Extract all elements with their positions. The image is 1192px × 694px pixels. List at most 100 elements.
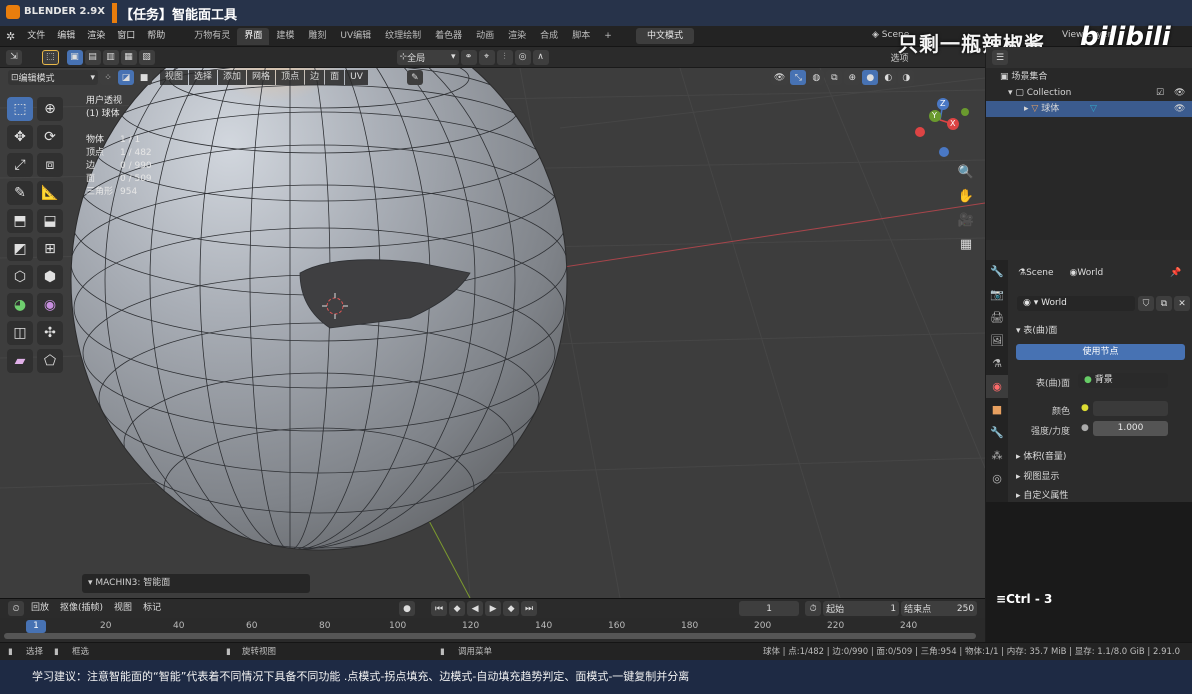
world-selector[interactable]: ◉ ▾ World (1017, 296, 1135, 311)
auto-keying-icon[interactable]: ● (399, 601, 416, 616)
outliner-row-scene-collection[interactable]: ▣ 场景集合 (986, 69, 1192, 85)
knife-tool-icon[interactable]: ⬡ (7, 265, 33, 289)
annotate-tool-icon[interactable]: ✎ (7, 181, 33, 205)
select-box-tool-icon[interactable]: ⬚ (42, 49, 59, 65)
scale-tool-icon[interactable]: ⤢ (7, 153, 33, 177)
tool-tab-icon[interactable]: 🔧 (986, 260, 1008, 283)
tab-scripting[interactable]: 脚本 (565, 28, 597, 45)
tab-modeling[interactable]: 建模 (269, 28, 301, 45)
measure-tool-icon[interactable]: 📐 (37, 181, 63, 205)
menu-face[interactable]: 面 (325, 70, 345, 85)
tab-compositing[interactable]: 合成 (533, 28, 565, 45)
tab-texture-paint[interactable]: 纹理绘制 (378, 28, 428, 45)
stopwatch-icon[interactable]: ⏱ (805, 601, 822, 616)
prev-keyframe-icon[interactable]: ◆ (449, 601, 466, 616)
volume-section-header[interactable]: ▸ 体积(音量) (1016, 449, 1066, 462)
modifier-tab-icon[interactable]: 🔧 (986, 421, 1008, 444)
viewport-display-section-header[interactable]: ▸ 视图显示 (1016, 469, 1059, 482)
camera-icon[interactable]: 🎥 (956, 211, 976, 231)
shear-tool-icon[interactable]: ▰ (7, 349, 33, 373)
custom-props-section-header[interactable]: ▸ 自定义属性 (1016, 488, 1068, 501)
world-tab-icon[interactable]: ◉ (986, 375, 1008, 398)
snap-target-icon[interactable]: ⫶ (496, 49, 513, 65)
pivot-point-icon[interactable]: ⚭ (460, 49, 477, 65)
visibility-icon[interactable]: 👁 (770, 70, 789, 85)
duplicate-icon[interactable]: ⧉ (1156, 296, 1172, 311)
mode-dropdown[interactable]: ⊡ 编辑模式 ▾ (8, 70, 98, 85)
mode-extend-icon[interactable]: ▤ (84, 49, 101, 65)
xray-icon[interactable]: ⧉ (826, 70, 843, 85)
snap-icon[interactable]: ⌖ (478, 49, 495, 65)
physics-tab-icon[interactable]: ◎ (986, 467, 1008, 490)
object-tab-icon[interactable]: ■ (986, 398, 1008, 421)
gizmo-x-label[interactable]: X (950, 119, 955, 128)
pin-icon[interactable]: 📌 (1170, 268, 1181, 278)
outliner-row-sphere[interactable]: ▸ ▽ 球体 ▽ 👁 (986, 101, 1192, 117)
rotate-tool-icon[interactable]: ⟳ (37, 125, 63, 149)
use-nodes-button[interactable]: 使用节点 (1016, 344, 1185, 360)
pan-hand-icon[interactable]: ✋ (956, 187, 976, 207)
menu-select[interactable]: 选择 (189, 70, 218, 85)
edge-slide-tool-icon[interactable]: ◫ (7, 321, 33, 345)
menu-uv[interactable]: UV (345, 70, 368, 85)
particles-tab-icon[interactable]: ⁂ (986, 444, 1008, 467)
proportional-edit-icon[interactable]: ◎ (514, 49, 531, 65)
surface-shader-field[interactable]: ● 背景 (1078, 373, 1168, 388)
move-tool-icon[interactable]: ✥ (7, 125, 33, 149)
rendered-shading-icon[interactable]: ◑ (898, 70, 915, 85)
menu-view[interactable]: 视图 (160, 70, 189, 85)
inset-tool-icon[interactable]: ⬓ (37, 209, 63, 233)
overlay-toggle-icon[interactable]: ◍ (808, 70, 825, 85)
tab-uv-editing[interactable]: UV编辑 (333, 28, 378, 45)
mode-subtract-icon[interactable]: ▥ (102, 49, 119, 65)
surface-section-header[interactable]: ▾ 表(曲)面 (1016, 323, 1057, 336)
jump-end-icon[interactable]: ⏭ (521, 601, 538, 616)
tab-wanwu[interactable]: 万物有灵 (187, 28, 237, 45)
strength-field[interactable]: 1.000 (1093, 421, 1168, 436)
wireframe-shading-icon[interactable]: ⊕ (844, 70, 861, 85)
blender-menu-icon[interactable]: ✲ (0, 26, 21, 47)
menu-render[interactable]: 渲染 (81, 26, 111, 47)
mode-set-icon[interactable]: ▣ (66, 49, 83, 65)
timeline-editor-icon[interactable]: ⏲ (8, 601, 24, 616)
outliner-row-collection[interactable]: ▾ ▢ Collection ☑ 👁 (986, 85, 1192, 101)
scene-tab-icon[interactable]: ⚗ (986, 352, 1008, 375)
smooth-tool-icon[interactable]: ◉ (37, 293, 63, 317)
tab-layout[interactable]: 界面 (237, 27, 270, 45)
timeline-scrollbar[interactable] (4, 633, 976, 639)
mode-intersect-icon[interactable]: ▦ (120, 49, 137, 65)
solid-shading-icon[interactable]: ● (862, 70, 879, 85)
menu-keying[interactable]: 抠像(插帧) (55, 601, 108, 616)
checkbox-icon[interactable]: ☑ (1156, 85, 1164, 101)
play-reverse-icon[interactable]: ◀ (467, 601, 484, 616)
zoom-icon[interactable]: 🔍 (956, 163, 976, 183)
menu-edge[interactable]: 边 (305, 70, 325, 85)
fake-user-icon[interactable]: ⛉ (1138, 296, 1154, 311)
mode-invert-icon[interactable]: ▧ (138, 49, 155, 65)
last-operator-panel[interactable]: ▾ MACHIN3: 智能面 (82, 574, 310, 593)
shrink-fatten-tool-icon[interactable]: ✣ (37, 321, 63, 345)
play-icon[interactable]: ▶ (485, 601, 502, 616)
menu-edit[interactable]: 编辑 (51, 26, 81, 47)
edge-select-icon[interactable]: ◪ (118, 70, 134, 85)
menu-file[interactable]: 文件 (21, 26, 51, 47)
menu-add[interactable]: 添加 (218, 70, 247, 85)
tab-rendering[interactable]: 渲染 (501, 28, 533, 45)
current-frame-marker[interactable]: 1 (26, 620, 46, 633)
gizmo-toggle-icon[interactable]: ⤡ (790, 70, 807, 85)
menu-window[interactable]: 窗口 (111, 26, 141, 47)
orientation-dropdown[interactable]: ⊹ 全局 ▾ (396, 49, 459, 65)
eye-icon[interactable]: 👁 (1174, 85, 1185, 101)
ortho-grid-icon[interactable]: ▦ (956, 235, 976, 255)
timeline-ruler[interactable]: 1 20 40 60 80 100 120 140 160 180 200 22… (0, 618, 985, 642)
extrude-tool-icon[interactable]: ⬒ (7, 209, 33, 233)
menu-mesh[interactable]: 网格 (247, 70, 276, 85)
jump-start-icon[interactable]: ⏮ (431, 601, 448, 616)
menu-timeline-view[interactable]: 视图 (109, 601, 137, 616)
color-swatch[interactable] (1093, 401, 1168, 416)
editor-type-icon[interactable]: ⇲ (6, 49, 22, 65)
face-select-icon[interactable]: ■ (136, 70, 152, 85)
menu-vertex[interactable]: 顶点 (276, 70, 305, 85)
tab-sculpting[interactable]: 雕刻 (301, 28, 333, 45)
menu-marker[interactable]: 标记 (138, 601, 166, 616)
